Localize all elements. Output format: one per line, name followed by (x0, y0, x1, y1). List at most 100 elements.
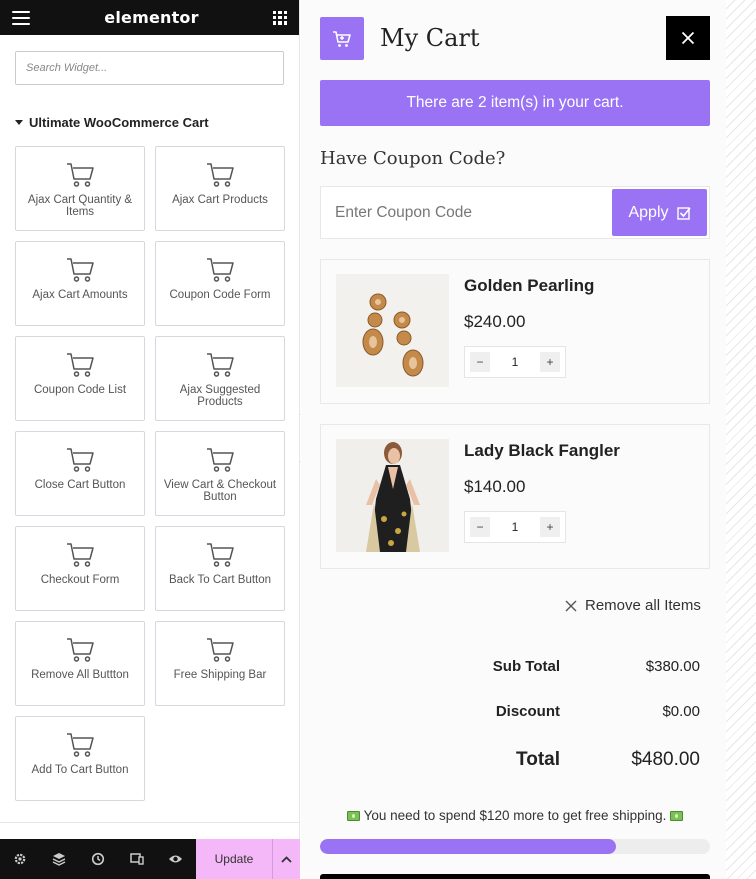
widget-tile[interactable]: View Cart & Checkout Button (155, 431, 285, 516)
discount-row: Discount $0.00 (320, 703, 710, 733)
quantity-increase-button[interactable]: + (540, 517, 560, 537)
widget-grid: Ajax Cart Quantity & Items Ajax Cart Prod… (15, 146, 285, 801)
free-shipping-progress-bar (320, 839, 710, 854)
widget-label: View Cart & Checkout Button (163, 479, 277, 503)
cart-icon (205, 256, 235, 283)
widget-tile[interactable]: Add To Cart Button (15, 716, 145, 801)
quantity-increase-button[interactable]: + (540, 352, 560, 372)
quantity-stepper: − 1 + (464, 511, 566, 543)
widget-tile[interactable]: Ajax Suggested Products (155, 336, 285, 421)
widget-label: Add To Cart Button (31, 764, 129, 776)
widget-tile[interactable]: Free Shipping Bar (155, 621, 285, 706)
cart-icon (65, 446, 95, 473)
quantity-value[interactable]: 1 (512, 520, 519, 534)
coupon-heading: Have Coupon Code? (320, 148, 506, 169)
widget-label: Ajax Cart Amounts (32, 289, 128, 301)
eye-icon[interactable] (156, 839, 195, 879)
close-icon (565, 600, 577, 611)
panel-header: elementor (0, 0, 299, 35)
subtotal-row: Sub Total $380.00 (320, 658, 710, 688)
checkbox-check-icon (676, 206, 691, 220)
widget-label: Free Shipping Bar (173, 669, 267, 681)
discount-label: Discount (495, 703, 560, 720)
widget-label: Coupon Code List (33, 384, 127, 396)
settings-icon[interactable] (0, 839, 39, 879)
close-icon (681, 31, 695, 45)
layers-icon[interactable] (39, 839, 78, 879)
apply-label: Apply (628, 203, 669, 221)
checkout-button-edge[interactable] (320, 874, 710, 879)
cart-header-icon (320, 17, 364, 60)
cart-icon (65, 541, 95, 568)
cart-icon (205, 446, 235, 473)
product-name[interactable]: Golden Pearling (464, 276, 594, 296)
quantity-stepper: − 1 + (464, 346, 566, 378)
widget-tile[interactable]: Back To Cart Button (155, 526, 285, 611)
widget-search-box (15, 51, 284, 85)
responsive-icon[interactable] (117, 839, 156, 879)
money-icon (670, 811, 684, 821)
widget-label: Back To Cart Button (168, 574, 272, 586)
cart-title: My Cart (380, 24, 480, 52)
panel-footer: Update (0, 839, 300, 879)
widget-tile[interactable]: Remove All Buttton (15, 621, 145, 706)
progress-fill (320, 839, 617, 854)
widget-tile[interactable]: Coupon Code Form (155, 241, 285, 326)
widget-label: Remove All Buttton (31, 669, 129, 681)
widget-label: Ajax Cart Products (172, 194, 268, 206)
widget-search-input[interactable] (26, 62, 273, 74)
product-price: $240.00 (464, 312, 526, 331)
quantity-value[interactable]: 1 (512, 355, 519, 369)
cart-icon (205, 636, 235, 663)
history-icon[interactable] (78, 839, 117, 879)
dress-model-image (336, 439, 449, 552)
widgets-grid-icon[interactable] (273, 10, 287, 25)
subtotal-value: $380.00 (645, 658, 700, 675)
widget-tile[interactable]: Checkout Form (15, 526, 145, 611)
widget-tile[interactable]: Close Cart Button (15, 431, 145, 516)
coupon-code-input[interactable] (335, 201, 605, 225)
widget-label: Ajax Cart Quantity & Items (27, 194, 133, 218)
coupon-form: Apply (320, 186, 710, 239)
widget-tile[interactable]: Ajax Cart Amounts (15, 241, 145, 326)
widget-tile[interactable]: Ajax Cart Products (155, 146, 285, 231)
close-cart-button[interactable] (666, 16, 710, 60)
category-title: Ultimate WooCommerce Cart (29, 115, 209, 130)
cart-icon (333, 30, 351, 47)
quantity-decrease-button[interactable]: − (470, 352, 490, 372)
cart-icon (65, 731, 95, 758)
widget-tile[interactable]: Coupon Code List (15, 336, 145, 421)
app-root: elementor Ultimate WooCommerce Cart Ajax… (0, 0, 756, 879)
hamburger-menu-icon[interactable] (12, 10, 30, 25)
chevron-up-icon[interactable] (272, 839, 300, 879)
cart-icon (205, 161, 235, 188)
category-toggle[interactable]: Ultimate WooCommerce Cart (15, 115, 284, 130)
product-name[interactable]: Lady Black Fangler (464, 441, 620, 461)
widget-label: Coupon Code Form (169, 289, 271, 301)
free-shipping-text: You need to spend $120 more to get free … (363, 808, 667, 823)
widget-label: Ajax Suggested Products (179, 384, 261, 408)
cart-items-count-banner: There are 2 item(s) in your cart. (320, 80, 710, 126)
apply-coupon-button[interactable]: Apply (612, 189, 707, 236)
discount-value: $0.00 (662, 703, 700, 720)
remove-all-label: Remove all Items (585, 597, 701, 614)
cart-icon (65, 256, 95, 283)
product-price: $140.00 (464, 477, 526, 496)
cart-icon (65, 636, 95, 663)
total-row: Total $480.00 (320, 749, 710, 779)
cart-icon (65, 161, 95, 188)
cart-icon (205, 351, 235, 378)
elementor-panel: elementor Ultimate WooCommerce Cart Ajax… (0, 0, 300, 879)
quantity-decrease-button[interactable]: − (470, 517, 490, 537)
widget-label: Checkout Form (40, 574, 120, 586)
widget-label: Close Cart Button (34, 479, 126, 491)
money-icon (346, 811, 360, 821)
total-value: $480.00 (631, 749, 700, 770)
cart-product-item: Lady Black Fangler $140.00 − 1 + (320, 424, 710, 569)
remove-all-items-button[interactable]: Remove all Items (565, 597, 701, 614)
total-label: Total (516, 749, 560, 770)
update-button[interactable]: Update (196, 839, 272, 879)
earrings-image (336, 274, 449, 387)
cart-icon (65, 351, 95, 378)
widget-tile[interactable]: Ajax Cart Quantity & Items (15, 146, 145, 231)
